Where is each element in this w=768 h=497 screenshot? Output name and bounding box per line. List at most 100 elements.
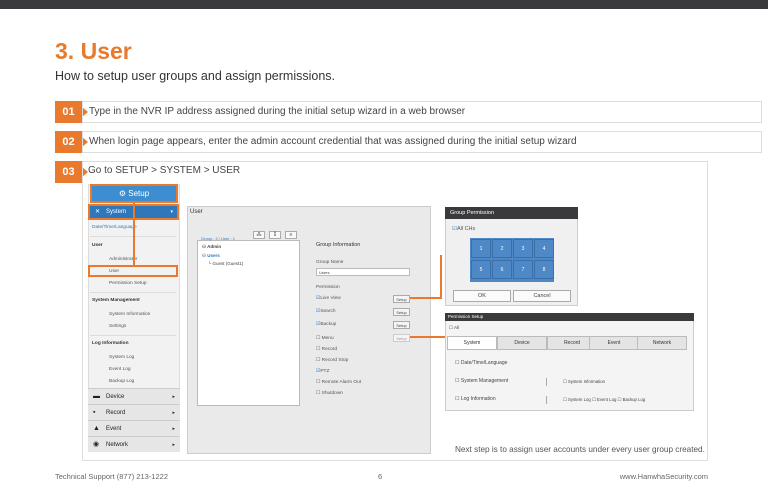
cancel-button[interactable]: Cancel bbox=[513, 290, 571, 302]
group-count: Group : 2 / User : 1 bbox=[201, 236, 236, 241]
tree-users-label: Users bbox=[207, 253, 220, 258]
perm-system-management[interactable]: ☐ System Management bbox=[455, 378, 508, 384]
event-label: Event bbox=[106, 426, 122, 432]
channel-cell[interactable]: 7 bbox=[513, 260, 533, 279]
separator bbox=[546, 396, 547, 404]
all-checkbox[interactable]: ☐ All bbox=[449, 325, 459, 331]
sidebar-item-system-information[interactable]: System Information bbox=[109, 312, 150, 317]
perm-system-information[interactable]: ☐ System Information bbox=[563, 379, 605, 385]
channel-cell[interactable]: 4 bbox=[534, 239, 554, 258]
setup-button[interactable]: ⚙ Setup bbox=[90, 184, 178, 203]
sidebar-item-system-log[interactable]: System Log bbox=[109, 355, 134, 360]
divider bbox=[90, 335, 176, 336]
perm-date-time[interactable]: ☐ Date/Time/Language bbox=[455, 360, 507, 366]
perm-log-information-label: Log Information bbox=[460, 396, 496, 402]
sidebar-item-event[interactable]: ▲ Event ▸ bbox=[88, 420, 180, 436]
wrench-icon: ✕ bbox=[95, 209, 101, 215]
tab-system[interactable]: System bbox=[447, 336, 497, 350]
network-label: Network bbox=[106, 442, 129, 448]
sidebar-item-backup-log[interactable]: Backup Log bbox=[109, 379, 134, 384]
sidebar-item-record[interactable]: ▪ Record ▸ bbox=[88, 404, 180, 420]
perm-log-information[interactable]: ☐ Log Information bbox=[455, 396, 496, 402]
tab-device[interactable]: Device bbox=[497, 336, 547, 350]
connector-line bbox=[410, 297, 440, 299]
tab-network[interactable]: Network bbox=[637, 336, 687, 350]
delete-button[interactable]: ≡ bbox=[285, 231, 297, 239]
add-user-button[interactable]: ⁑ bbox=[269, 231, 281, 239]
search-setup-button[interactable]: Setup bbox=[393, 308, 410, 316]
group-name-input[interactable]: Users bbox=[316, 268, 410, 276]
page-title: 3. User bbox=[55, 38, 132, 65]
perm-record-label: Record bbox=[321, 347, 338, 352]
perm-backup-label: Backup bbox=[320, 322, 337, 327]
step-text: Type in the NVR IP address assigned duri… bbox=[82, 101, 762, 123]
sidebar-item-event-log[interactable]: Event Log bbox=[109, 367, 131, 372]
channel-cell[interactable]: 1 bbox=[471, 239, 491, 258]
connector-line bbox=[133, 202, 135, 266]
connector-line bbox=[410, 336, 448, 338]
perm-live-label: Live View bbox=[320, 296, 341, 301]
backup-setup-button[interactable]: Setup bbox=[393, 321, 410, 329]
perm-remote-alarm[interactable]: ☐ Remote Alarm Out bbox=[316, 380, 361, 385]
step-number: 02 bbox=[55, 131, 88, 153]
permission-setup-title: Permission Setup bbox=[445, 313, 694, 321]
step-text: Go to SETUP > SYSTEM > USER bbox=[88, 165, 241, 176]
footer-website[interactable]: www.HanwhaSecurity.com bbox=[620, 472, 708, 481]
sidebar-section-user[interactable]: User bbox=[92, 243, 103, 248]
chevron-down-icon: ▾ bbox=[170, 209, 173, 215]
tree-item-admin[interactable]: ⚇ Admin bbox=[202, 244, 221, 250]
perm-record-stop[interactable]: ☐ Record Stop bbox=[316, 358, 348, 363]
perm-remote-alarm-label: Remote Alarm Out bbox=[321, 380, 362, 385]
sidebar-item-network[interactable]: ◉ Network ▸ bbox=[88, 436, 180, 452]
device-label: Device bbox=[106, 394, 125, 400]
separator bbox=[546, 378, 547, 386]
network-icon: ◉ bbox=[93, 441, 100, 448]
sidebar-item-device[interactable]: ▬ Device ▸ bbox=[88, 388, 180, 404]
sidebar-item-settings[interactable]: Settings bbox=[109, 324, 126, 329]
perm-record[interactable]: ☐ Record bbox=[316, 347, 337, 352]
perm-system-management-label: System Management bbox=[460, 378, 509, 384]
all-chs-label: All CHs bbox=[456, 226, 476, 232]
step-text: When login page appears, enter the admin… bbox=[82, 131, 762, 153]
perm-menu[interactable]: ☐ Menu bbox=[316, 336, 334, 341]
sidebar-section-log-information[interactable]: Log Information bbox=[92, 341, 129, 346]
chevron-right-icon: ▸ bbox=[172, 426, 175, 432]
group-name-label: Group Name bbox=[316, 260, 344, 265]
sidebar-item-date-time[interactable]: Date/Time/Language bbox=[92, 225, 137, 230]
perm-backup-log-label: Backup Log bbox=[622, 397, 646, 402]
channel-cell[interactable]: 8 bbox=[534, 260, 554, 279]
all-chs-checkbox[interactable]: ☑All CHs bbox=[452, 226, 475, 232]
perm-ptz[interactable]: ☑PTZ bbox=[316, 369, 329, 374]
tab-event[interactable]: Event bbox=[589, 336, 639, 350]
perm-log-subs[interactable]: ☐ System Log ☐ Event Log ☐ Backup Log bbox=[563, 397, 645, 403]
live-view-setup-button[interactable]: Setup bbox=[393, 295, 410, 303]
channel-cell[interactable]: 5 bbox=[471, 260, 491, 279]
step-number: 03 bbox=[55, 161, 88, 183]
top-bar bbox=[0, 0, 768, 9]
sidebar-item-permission-setup[interactable]: Permission Setup bbox=[109, 281, 147, 286]
chevron-right-icon: ▸ bbox=[172, 394, 175, 400]
setup-label: Setup bbox=[128, 189, 150, 198]
ok-button[interactable]: OK bbox=[453, 290, 511, 302]
perm-event-log-label: Event Log bbox=[597, 397, 617, 402]
add-group-button[interactable]: ⁂ bbox=[253, 231, 265, 239]
perm-live-view[interactable]: ☑Live View bbox=[316, 296, 341, 301]
perm-backup[interactable]: ☑Backup bbox=[316, 322, 336, 327]
tree-item-guest[interactable]: └ Guest (Guest1) bbox=[208, 261, 243, 266]
sidebar-section-system-management[interactable]: System Management bbox=[92, 298, 140, 303]
perm-menu-label: Menu bbox=[321, 336, 334, 341]
channel-cell[interactable]: 6 bbox=[492, 260, 512, 279]
perm-search[interactable]: ☑Search bbox=[316, 309, 336, 314]
group-permission-title: Group Permission bbox=[445, 207, 578, 219]
perm-shutdown[interactable]: ☐ Shutdown bbox=[316, 391, 343, 396]
page-subtitle: How to setup user groups and assign perm… bbox=[55, 69, 336, 83]
all-label: All bbox=[454, 325, 460, 330]
channel-cell[interactable]: 3 bbox=[513, 239, 533, 258]
chevron-right-icon: ▸ bbox=[172, 410, 175, 416]
permission-label: Permission bbox=[316, 285, 340, 290]
perm-ptz-label: PTZ bbox=[320, 369, 330, 374]
channel-cell[interactable]: 2 bbox=[492, 239, 512, 258]
tree-item-users[interactable]: ⚇ Users bbox=[202, 253, 220, 259]
system-label: System bbox=[106, 209, 127, 215]
menu-setup-button[interactable]: Setup bbox=[393, 334, 410, 342]
